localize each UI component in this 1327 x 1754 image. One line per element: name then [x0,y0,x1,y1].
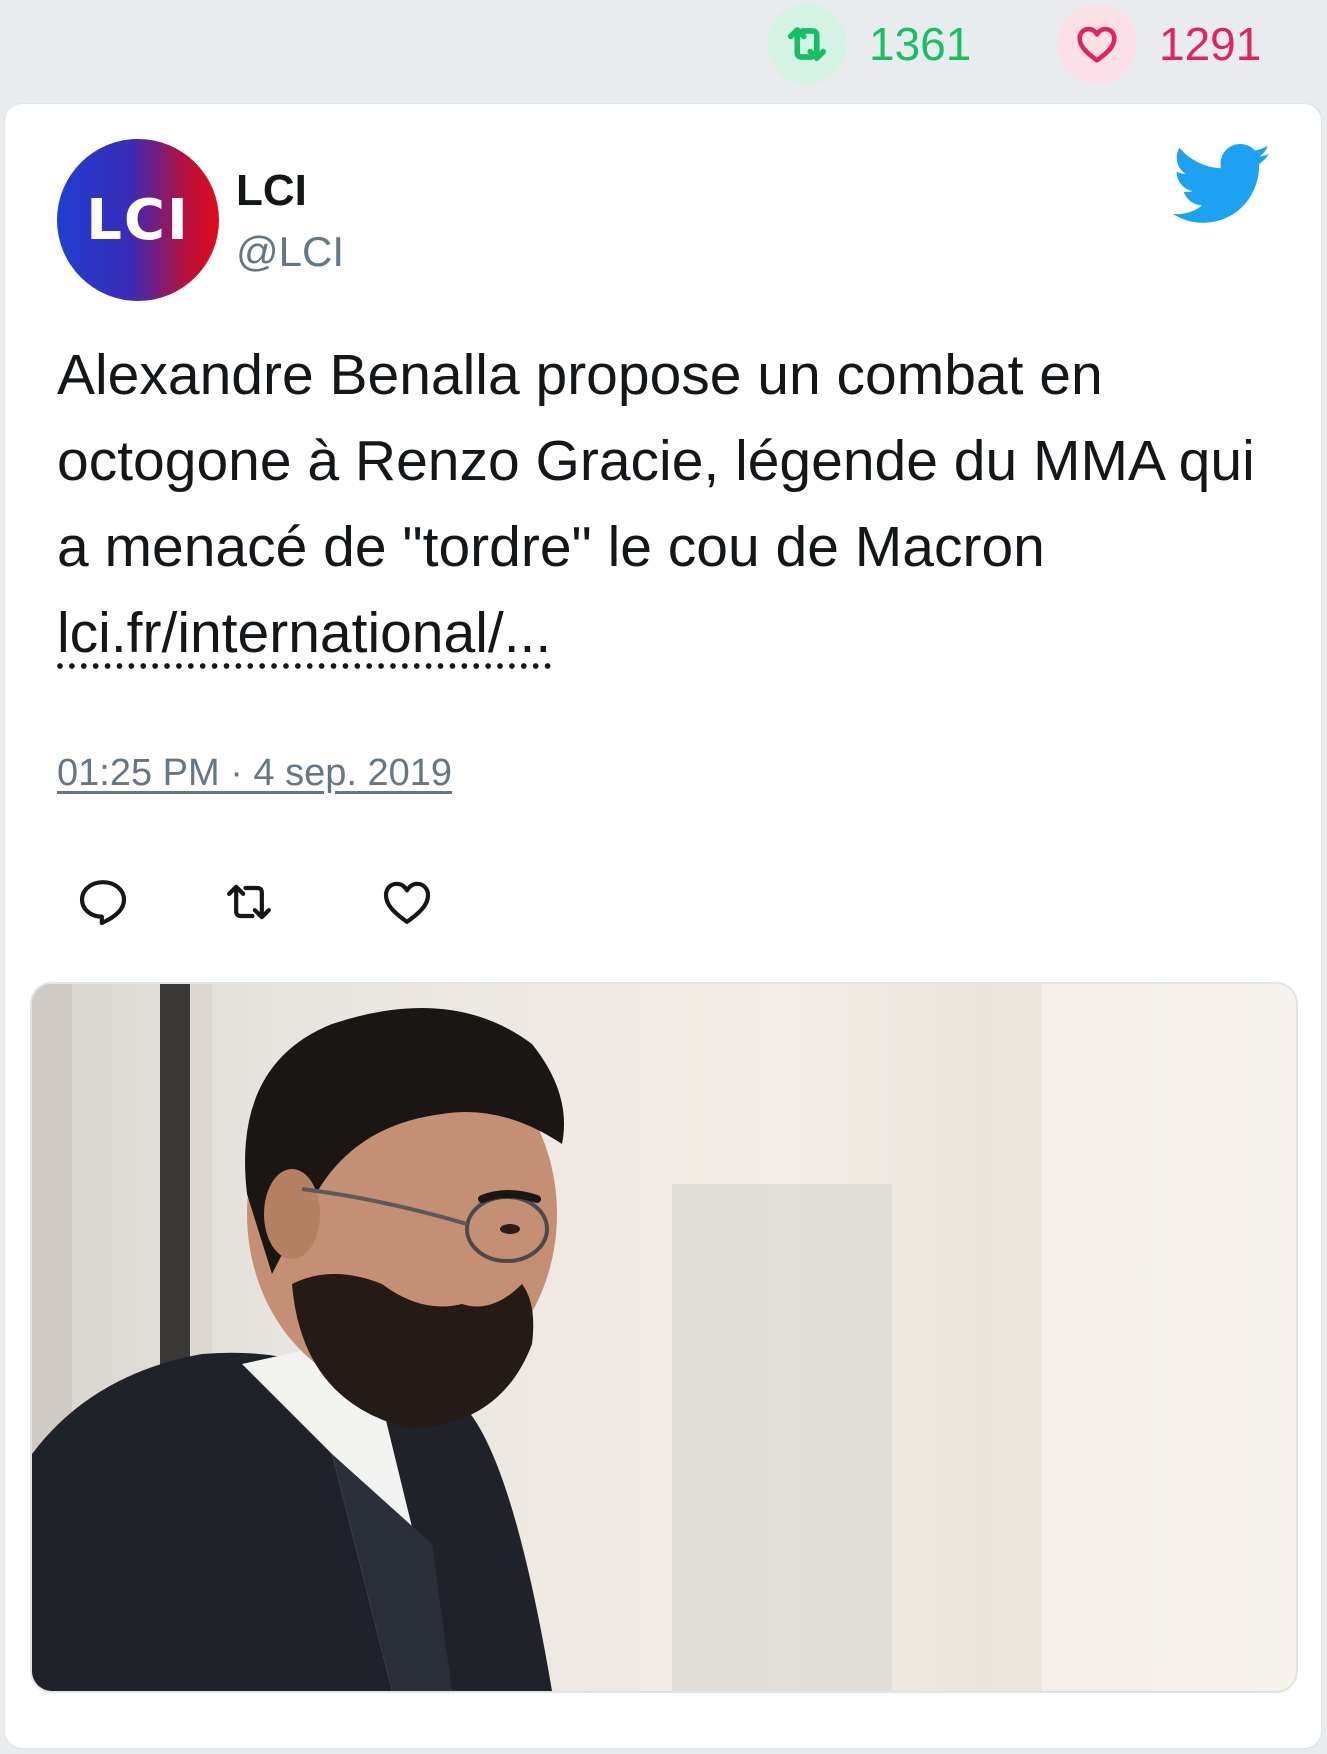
retweet-icon[interactable] [221,874,277,930]
tweet-photo[interactable] [30,982,1298,1693]
avatar[interactable]: LCI [57,139,219,301]
like-count: 1291 [1159,18,1262,70]
like-icon[interactable] [379,874,435,930]
like-stat[interactable]: 1291 [1057,4,1261,84]
author-name[interactable]: LCI [236,166,307,216]
retweet-icon [767,4,847,84]
tweet-link[interactable]: lci.fr/international/... [57,601,551,665]
avatar-logo-text: LCI [86,187,190,253]
photo-illustration [32,984,1296,1691]
author-handle[interactable]: @LCI [236,228,344,276]
retweet-count: 1361 [869,18,972,70]
heart-icon [1057,4,1137,84]
reply-icon[interactable] [75,874,131,930]
tweet-timestamp[interactable]: 01:25 PM · 4 sep. 2019 [57,752,452,795]
tweet-text: Alexandre Benalla propose un combat en o… [57,332,1287,676]
twitter-bird-icon[interactable] [1173,144,1273,226]
retweet-stat[interactable]: 1361 [767,4,971,84]
engagement-stats: 1361 1291 [0,0,1327,100]
tweet-body: Alexandre Benalla propose un combat en o… [57,343,1255,579]
tweet-card: LCI LCI @LCI Alexandre Benalla propose u… [4,103,1322,1749]
